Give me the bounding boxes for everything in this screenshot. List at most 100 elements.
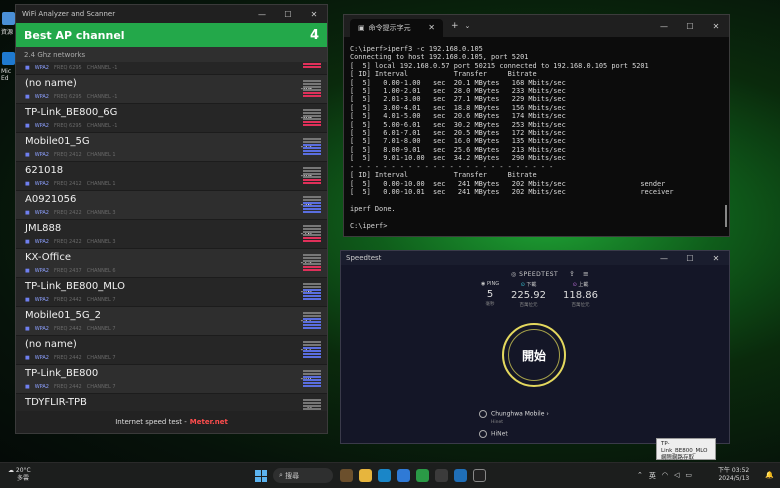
weather-widget[interactable]: ☁ 20°C 多雲 [8, 467, 31, 483]
wifi-titlebar: WiFi Analyzer and Scanner — ☐ ✕ [16, 5, 327, 23]
minimize-button[interactable]: — [651, 254, 677, 263]
signal-bars-icon [303, 138, 321, 157]
network-row[interactable]: KX-Office■WPA2FREQ 2437CHANNEL 6-75 [16, 249, 327, 278]
lock-icon: ■ [25, 152, 30, 158]
lock-icon: ■ [25, 94, 30, 100]
network-meta: ■ WPA2 FREQ 2422 CHANNEL 3 [25, 210, 116, 216]
network-row[interactable]: TP-Link_BE800■WPA2FREQ 2442CHANNEL 7-44 [16, 365, 327, 394]
speedtest-title: Speedtest [346, 254, 382, 262]
go-button[interactable]: 開始 [502, 323, 566, 387]
maximize-button[interactable]: ☐ [677, 22, 703, 31]
terminal-app-icon[interactable] [435, 469, 448, 482]
clock[interactable]: 下午 03:52 2024/5/13 [718, 467, 749, 483]
network-meta: ■ WPA2 FREQ 2412 CHANNEL 1 [25, 181, 116, 187]
maximize-button[interactable]: ☐ [677, 254, 703, 263]
network-row[interactable]: (no name)■WPA2FREQ 2442CHANNEL 7-57 [16, 336, 327, 365]
notification-bell-icon[interactable]: 🔔 [765, 471, 774, 479]
taskbar-apps [340, 469, 486, 482]
new-tab-button[interactable]: + [451, 21, 459, 31]
download-unit: 百萬位元 [519, 303, 538, 308]
menu-icon[interactable]: ≡ [583, 270, 589, 278]
close-button[interactable]: ✕ [703, 254, 729, 263]
tooltip-line2: 網際網路存取 [661, 455, 695, 461]
close-button[interactable]: ✕ [703, 22, 729, 31]
network-channel: CHANNEL 7 [86, 384, 116, 390]
minimize-button[interactable]: — [651, 22, 677, 31]
lock-icon: ■ [25, 210, 30, 216]
network-meta: ■ WPA2 FREQ 6295 CHANNEL -1 [25, 65, 117, 71]
network-channel: CHANNEL 1 [86, 152, 116, 158]
close-tab-icon[interactable]: ✕ [428, 23, 435, 32]
network-security: WPA2 [34, 239, 49, 245]
scrollbar[interactable] [725, 205, 727, 227]
share-icon[interactable]: ⇪ [569, 270, 575, 278]
store-icon[interactable] [397, 469, 410, 482]
host-selector[interactable]: HiNet [479, 430, 508, 438]
network-security: WPA2 [34, 355, 49, 361]
edge-icon[interactable] [2, 52, 15, 65]
ping-metric: ◉ PING 5 毫秒 [481, 281, 499, 307]
terminal-icon: ▣ [358, 23, 365, 32]
minimize-button[interactable]: — [249, 10, 275, 19]
network-meta: ■ WPA2 FREQ 6295 CHANNEL -1 [25, 94, 117, 100]
network-row[interactable]: TP-Link_BE800_MLO ■ WPA2 FREQ 2442 CHANNEL 7… [16, 278, 327, 307]
wifi-analyzer-app-icon[interactable] [454, 469, 467, 482]
network-row[interactable]: 621018■WPA2FREQ 2412CHANNEL 1-69 [16, 162, 327, 191]
band-label: 2.4 Ghz networks [16, 47, 327, 62]
network-name: Mobile01_5G_2 [25, 310, 102, 321]
signal-bars-icon [303, 370, 321, 389]
cloud-icon: ☁ [8, 467, 14, 474]
network-channel: CHANNEL 7 [86, 355, 116, 361]
isp-sub: Hinet [491, 420, 504, 425]
cmd-tab[interactable]: ▣ 命令提示字元 ✕ [350, 18, 443, 37]
network-row[interactable]: A0921056■WPA2FREQ 2422CHANNEL 3-56 [16, 191, 327, 220]
best-channel-value: 4 [309, 27, 319, 43]
chevron-down-icon[interactable]: ⌄ [465, 22, 471, 30]
wifi-icon[interactable]: ◠ [662, 471, 668, 481]
battery-icon[interactable]: ▭ [685, 471, 692, 481]
volume-icon[interactable]: ◁ [674, 471, 679, 481]
upload-unit: 百萬位元 [571, 303, 590, 308]
speedtest-logo: ◎ SPEEDTEST [511, 271, 559, 278]
network-meta: ■ WPA2 FREQ 2412 CHANNEL 1 [25, 152, 116, 158]
recycle-bin-icon[interactable] [2, 12, 15, 25]
network-channel: CHANNEL 7 [86, 297, 116, 303]
search-box[interactable]: ⌕ 搜尋 [273, 468, 333, 483]
network-meta: ■ WPA2 FREQ 2442 CHANNEL 7 [25, 326, 116, 332]
network-row[interactable]: (no name)■WPA2FREQ 6295CHANNEL -1-69 [16, 75, 327, 104]
network-row[interactable]: Mobile01_5G■WPA2FREQ 2412CHANNEL 1-55 [16, 133, 327, 162]
chevron-up-icon[interactable]: ⌃ [637, 471, 643, 481]
tooltip-line1: TP-Link_BE800_MLO [661, 441, 708, 454]
network-security: WPA2 [34, 152, 49, 158]
start-button[interactable] [255, 470, 267, 482]
taskbar: ☁ 20°C 多雲 ⌕ 搜尋 ⌃ 英 ◠ ◁ ▭ 下午 03:52 2024/5… [0, 462, 780, 488]
network-row[interactable]: ■WPA2FREQ 6295CHANNEL -1-65 [16, 62, 327, 75]
network-name: TP-Link_BE800 [25, 368, 99, 379]
network-list[interactable]: ■WPA2FREQ 6295CHANNEL -1-65(no name)■WPA… [16, 62, 327, 413]
chevron-right-icon: › [546, 410, 549, 418]
network-security: WPA2 [34, 181, 49, 187]
network-channel: CHANNEL 3 [86, 239, 116, 245]
upload-metric: ⊙ 上載 118.86 百萬位元 [563, 281, 598, 308]
network-channel: CHANNEL 7 [86, 326, 116, 332]
isp-selector[interactable]: Chunghwa Mobile › Hinet [479, 410, 549, 425]
network-row[interactable]: JML888■WPA2FREQ 2422CHANNEL 3-76 [16, 220, 327, 249]
close-button[interactable]: ✕ [301, 10, 327, 19]
file-explorer-icon[interactable] [359, 469, 372, 482]
network-freq: FREQ 2437 [53, 268, 82, 274]
network-freq: FREQ 2422 [53, 239, 82, 245]
meter-link[interactable]: Meter.net [190, 418, 228, 426]
network-row[interactable]: Mobile01_5G_2■WPA2FREQ 2442CHANNEL 7-57 [16, 307, 327, 336]
host-name: HiNet [491, 430, 508, 438]
speedtest-app-icon[interactable] [473, 469, 486, 482]
edge-browser-icon[interactable] [378, 469, 391, 482]
xbox-icon[interactable] [416, 469, 429, 482]
network-freq: FREQ 2442 [53, 355, 82, 361]
lock-icon: ■ [25, 123, 30, 129]
network-row[interactable]: TP-Link_BE800_6G ■ WPA2 FREQ 6295 CHANNEL -1… [16, 104, 327, 133]
maximize-button[interactable]: ☐ [275, 10, 301, 19]
ime-indicator[interactable]: 英 [649, 471, 656, 481]
photo-app-icon[interactable] [340, 469, 353, 482]
network-name: 621018 [25, 165, 64, 176]
terminal-output[interactable]: C:\iperf>iperf3 -c 192.168.0.105 Connect… [344, 37, 729, 230]
